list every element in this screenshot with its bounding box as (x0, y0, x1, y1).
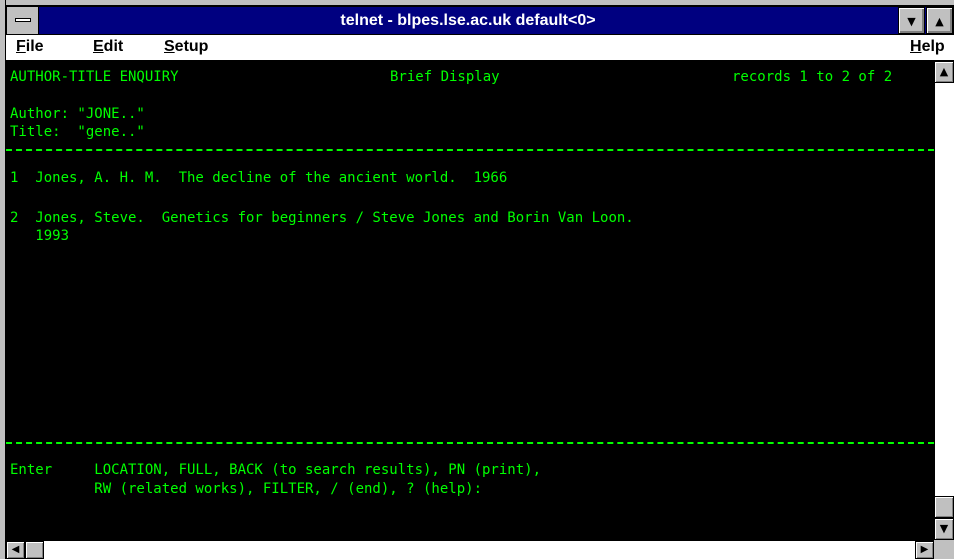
menu-edit-label: dit (103, 38, 124, 55)
menu-help-label: elp (921, 38, 945, 55)
window-title: telnet - blpes.lse.ac.uk default<0> (340, 12, 596, 29)
menu-file-label: ile (25, 38, 44, 55)
header-right: records 1 to 2 of 2 (732, 69, 893, 85)
header-left: AUTHOR-TITLE ENQUIRY (10, 69, 179, 85)
author-query: Author: "JONE.." (10, 106, 145, 122)
title-bar[interactable]: telnet - blpes.lse.ac.uk default<0> ▼ ▲ (6, 6, 954, 35)
system-menu-icon[interactable] (7, 7, 39, 34)
record-2-line-1: 2 Jones, Steve. Genetics for beginners /… (10, 210, 634, 226)
menu-help[interactable]: Help (910, 38, 945, 56)
arrow-up-icon: ▲ (939, 65, 949, 78)
minimize-button[interactable]: ▼ (898, 7, 925, 34)
record-1: 1 Jones, A. H. M. The decline of the anc… (10, 170, 508, 186)
terminal-screen[interactable]: AUTHOR-TITLE ENQUIRY Brief Display recor… (6, 61, 934, 540)
vertical-scrollbar[interactable]: ▲ ▼ (934, 61, 954, 540)
menu-edit[interactable]: Edit (93, 38, 123, 56)
vertical-scroll-thumb[interactable] (934, 496, 954, 518)
horizontal-scrollbar[interactable]: ◀ ▶ (6, 540, 934, 559)
scroll-left-button[interactable]: ◀ (6, 541, 25, 559)
horizontal-scroll-thumb[interactable] (25, 541, 44, 559)
menu-file[interactable]: File (16, 38, 44, 56)
scroll-up-button[interactable]: ▲ (934, 61, 954, 83)
header-center: Brief Display (390, 69, 500, 85)
divider-bottom (6, 442, 934, 444)
maximize-button[interactable]: ▲ (926, 7, 953, 34)
prompt-line-2: RW (related works), FILTER, / (end), ? (… (10, 481, 483, 497)
menu-bar: File Edit Setup Help (6, 35, 954, 61)
minimize-arrow-icon: ▼ (907, 15, 916, 28)
title-query: Title: "gene.." (10, 124, 145, 140)
prompt-line-1: Enter LOCATION, FULL, BACK (to search re… (10, 462, 542, 478)
record-2-line-2: 1993 (10, 228, 70, 244)
scroll-down-button[interactable]: ▼ (934, 518, 954, 540)
vertical-scroll-track[interactable] (934, 83, 954, 496)
menu-setup-label: etup (174, 38, 209, 55)
divider-top (6, 149, 934, 151)
menu-setup[interactable]: Setup (164, 38, 208, 56)
scrollbar-corner (934, 540, 954, 559)
arrow-down-icon: ▼ (939, 522, 949, 535)
arrow-right-icon: ▶ (920, 544, 929, 555)
arrow-left-icon: ◀ (11, 544, 20, 555)
scroll-right-button[interactable]: ▶ (915, 541, 934, 559)
telnet-window: telnet - blpes.lse.ac.uk default<0> ▼ ▲ … (0, 0, 954, 559)
maximize-arrow-icon: ▲ (935, 15, 944, 28)
